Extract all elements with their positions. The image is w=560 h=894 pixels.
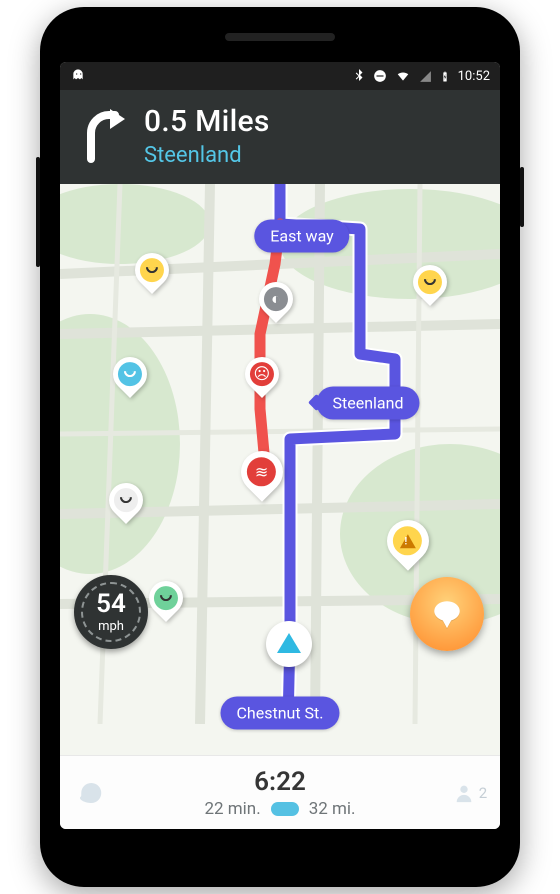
warning-pin[interactable] [387, 520, 429, 562]
speed-value: 54 [96, 591, 126, 617]
speed-unit: mph [98, 619, 124, 634]
battery-icon [440, 69, 450, 84]
road-label-steenland: Steenland [317, 386, 420, 419]
wazer-pin-4[interactable] [149, 581, 183, 615]
volume-buttons[interactable] [36, 157, 40, 267]
hazard-pin[interactable]: ☹ [245, 357, 279, 391]
trip-duration: 22 min. [204, 799, 260, 819]
wazer-pin-3[interactable] [109, 483, 143, 517]
speedometer[interactable]: 54 mph [74, 575, 148, 649]
traffic-pin[interactable]: ≋ [241, 451, 283, 493]
wazer-pin-1[interactable] [135, 253, 169, 287]
phone-speaker [225, 33, 335, 41]
bluetooth-icon [353, 69, 365, 83]
waze-face-icon [75, 778, 105, 808]
report-button[interactable] [410, 577, 484, 651]
signal-icon [419, 70, 432, 83]
next-turn-distance: 0.5 Miles [144, 104, 270, 139]
road-label-east-way: East way [254, 219, 349, 252]
wazer-police-pin[interactable] [113, 357, 147, 391]
eta-time: 6:22 [120, 767, 440, 797]
trip-distance: 32 mi. [309, 799, 356, 819]
dnd-icon [373, 69, 387, 83]
turn-right-icon [76, 108, 128, 164]
phone-frame: 10:52 0.5 Miles Steenland [40, 7, 520, 887]
person-icon [453, 782, 475, 804]
map-view[interactable]: East way Steenland Chestnut St. ◐ ☹ ≋ 54… [60, 184, 500, 759]
menu-button[interactable] [60, 778, 120, 808]
directions-card[interactable]: 0.5 Miles Steenland [60, 90, 500, 184]
wazer-pin-2[interactable] [413, 265, 447, 299]
route-cloud-icon [271, 802, 299, 816]
screen: 10:52 0.5 Miles Steenland [60, 62, 500, 829]
police-pin[interactable]: ◐ [259, 282, 293, 316]
status-time: 10:52 [458, 69, 490, 84]
road-label-chestnut: Chestnut St. [220, 697, 339, 730]
current-location-arrow[interactable] [266, 621, 312, 667]
report-bubble-icon [430, 597, 464, 631]
android-status-bar: 10:52 [60, 62, 500, 90]
next-turn-street: Steenland [144, 143, 270, 168]
notification-ghost-icon [70, 68, 86, 84]
friends-button[interactable]: 2 [440, 782, 500, 804]
wifi-icon [395, 69, 411, 83]
friends-count: 2 [479, 784, 487, 802]
eta-bar[interactable]: 6:22 22 min. 32 mi. 2 [60, 755, 500, 829]
power-button[interactable] [520, 167, 524, 227]
